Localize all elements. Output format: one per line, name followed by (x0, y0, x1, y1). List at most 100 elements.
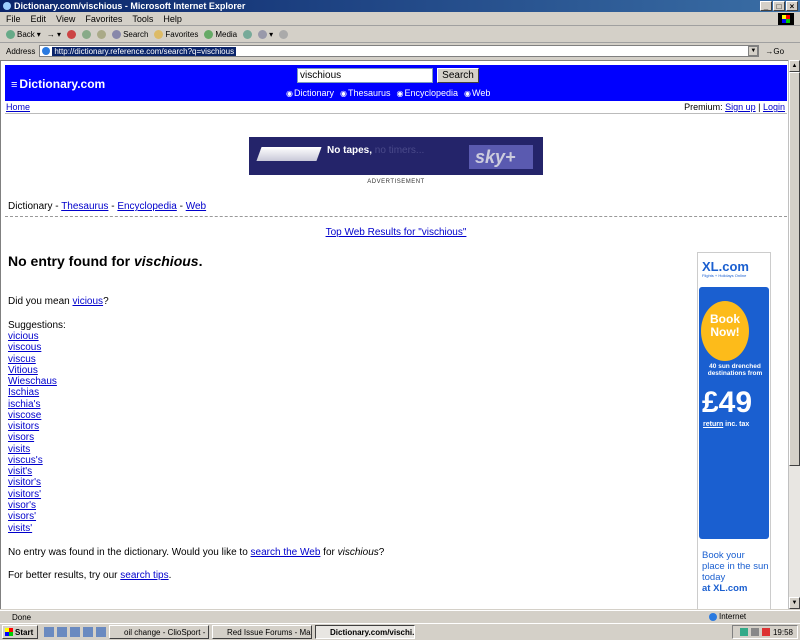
nav-encyclopedia[interactable]: Encyclopedia (117, 201, 176, 212)
vertical-scrollbar[interactable]: ▲ ▼ (788, 60, 800, 609)
forward-button[interactable]: → ▾ (47, 30, 61, 39)
nav-web[interactable]: Web (186, 201, 206, 212)
menu-tools[interactable]: Tools (132, 14, 153, 24)
suggestion-link[interactable]: viscose (8, 410, 41, 421)
scroll-down-arrow-icon[interactable]: ▼ (789, 597, 800, 609)
search-tips-link[interactable]: search tips (120, 570, 168, 581)
scroll-up-arrow-icon[interactable]: ▲ (789, 60, 800, 72)
search-scope-radios: Dictionary Thesaurus Encyclopedia Web (286, 88, 490, 98)
divider (5, 216, 787, 217)
address-url: http://dictionary.reference.com/search?q… (52, 46, 237, 56)
print-icon (279, 30, 289, 39)
suggestion-link[interactable]: visitors' (8, 489, 41, 500)
tray-antivirus-icon[interactable] (761, 628, 770, 636)
xl-sidebar-ad[interactable]: XL.com Flights + Holidays Online Book No… (697, 252, 771, 609)
maximize-button[interactable]: □ (773, 1, 785, 11)
suggestion-link[interactable]: visors (8, 432, 34, 443)
quicklaunch-media-icon[interactable] (83, 627, 93, 637)
radio-web[interactable]: Web (464, 88, 490, 98)
no-dictionary-entry-text: No entry was found in the dictionary. Wo… (8, 547, 385, 558)
suggestion-link[interactable]: visor's (8, 500, 36, 511)
security-zone: Internet (709, 612, 746, 621)
home-link[interactable]: Home (6, 102, 30, 112)
radio-thesaurus[interactable]: Thesaurus (340, 88, 391, 98)
menu-help[interactable]: Help (163, 14, 182, 24)
tray-network-icon[interactable] (739, 628, 748, 636)
xl-return-note: return inc. tax (703, 421, 750, 428)
windows-flag-icon (778, 13, 794, 25)
radio-dictionary[interactable]: Dictionary (286, 88, 334, 98)
back-button[interactable]: Back ▾ (6, 30, 41, 39)
suggestion-link[interactable]: ischia's (8, 399, 40, 410)
status-text: Done (12, 612, 32, 622)
suggestion-link[interactable]: Vitious (8, 365, 38, 376)
refresh-icon (82, 30, 92, 39)
clock[interactable]: 19:58 (773, 628, 793, 637)
home-button[interactable] (97, 30, 107, 39)
print-button[interactable] (279, 30, 289, 39)
suggestion-link[interactable]: visit's (8, 466, 32, 477)
login-link[interactable]: Login (763, 102, 785, 112)
windows-logo-icon (5, 628, 13, 636)
nav-dictionary: Dictionary (8, 201, 53, 212)
quick-launch (44, 627, 106, 637)
menu-edit[interactable]: Edit (31, 14, 47, 24)
refresh-button[interactable] (82, 30, 92, 39)
top-web-results-row: Top Web Results for "vischious" (5, 227, 787, 238)
scroll-thumb[interactable] (789, 72, 800, 466)
quicklaunch-ie-icon[interactable] (57, 627, 67, 637)
toolbar-search-button[interactable]: Search (112, 30, 148, 39)
xl-cta: Book your place in the sun today at XL.co… (702, 550, 769, 594)
quicklaunch-desktop-icon[interactable] (44, 627, 54, 637)
suggestion-link[interactable]: visitor's (8, 477, 41, 488)
did-you-mean-link[interactable]: vicious (72, 296, 103, 307)
search-input[interactable]: vischious (297, 68, 433, 83)
address-dropdown[interactable]: ▼ (748, 46, 759, 56)
quicklaunch-winamp-icon[interactable] (96, 627, 106, 637)
xl-destinations: 40 sun drenched destinations from (707, 363, 763, 377)
stop-button[interactable] (67, 30, 77, 39)
radio-encyclopedia[interactable]: Encyclopedia (397, 88, 459, 98)
taskbar-item-cliosport[interactable]: oil change - ClioSport - Mic... (109, 625, 209, 639)
suggestion-link[interactable]: vicious (8, 331, 39, 342)
address-input[interactable]: http://dictionary.reference.com/search?q… (39, 45, 760, 57)
suggestion-link[interactable]: visors' (8, 511, 36, 522)
menu-view[interactable]: View (56, 14, 75, 24)
nav-thesaurus[interactable]: Thesaurus (61, 201, 108, 212)
sky-ad-banner[interactable]: No tapes, no timers... sky+ (249, 137, 543, 175)
dictionary-logo[interactable]: Dictionary.com (11, 77, 105, 91)
taskbar-item-red-issue[interactable]: Red Issue Forums - Main F... (212, 625, 312, 639)
menu-file[interactable]: File (6, 14, 21, 24)
suggestion-link[interactable]: viscus (8, 354, 36, 365)
suggestion-link[interactable]: visits (8, 444, 30, 455)
start-button[interactable]: Start (2, 625, 38, 639)
quicklaunch-outlook-icon[interactable] (70, 627, 80, 637)
reference-nav: Dictionary - Thesaurus - Encyclopedia - … (8, 201, 207, 212)
suggestion-link[interactable]: Wieschaus (8, 376, 57, 387)
search-button[interactable]: Search (437, 68, 479, 83)
minimize-button[interactable]: _ (760, 1, 772, 11)
suggestion-link[interactable]: visits' (8, 523, 32, 534)
suggestion-link[interactable]: viscous (8, 342, 41, 353)
suggestion-link[interactable]: visitors (8, 421, 39, 432)
close-button[interactable]: × (786, 1, 798, 11)
search-the-web-link[interactable]: search the Web (251, 547, 321, 558)
suggestion-link[interactable]: Ischias (8, 387, 39, 398)
go-button[interactable]: →Go (765, 47, 784, 56)
tray-volume-icon[interactable] (750, 628, 759, 636)
menu-favorites[interactable]: Favorites (85, 14, 122, 24)
suggestions-list: vicious viscous viscus Vitious Wieschaus… (8, 331, 57, 534)
toolbar-favorites-button[interactable]: Favorites (154, 30, 198, 39)
mail-button[interactable]: ▾ (258, 30, 273, 39)
suggestion-link[interactable]: viscus's (8, 455, 43, 466)
taskbar: Start oil change - ClioSport - Mic... Re… (0, 623, 800, 640)
favorites-icon (154, 30, 164, 39)
window-title: Dictionary.com/vischious - Microsoft Int… (14, 1, 246, 11)
mail-icon (258, 30, 268, 39)
taskbar-item-dictionary[interactable]: Dictionary.com/vischi... (315, 625, 415, 639)
history-button[interactable] (243, 30, 253, 39)
page-icon (42, 47, 51, 55)
top-web-results-link[interactable]: Top Web Results for "vischious" (326, 227, 467, 238)
signup-link[interactable]: Sign up (725, 102, 756, 112)
toolbar-media-button[interactable]: Media (204, 30, 237, 39)
